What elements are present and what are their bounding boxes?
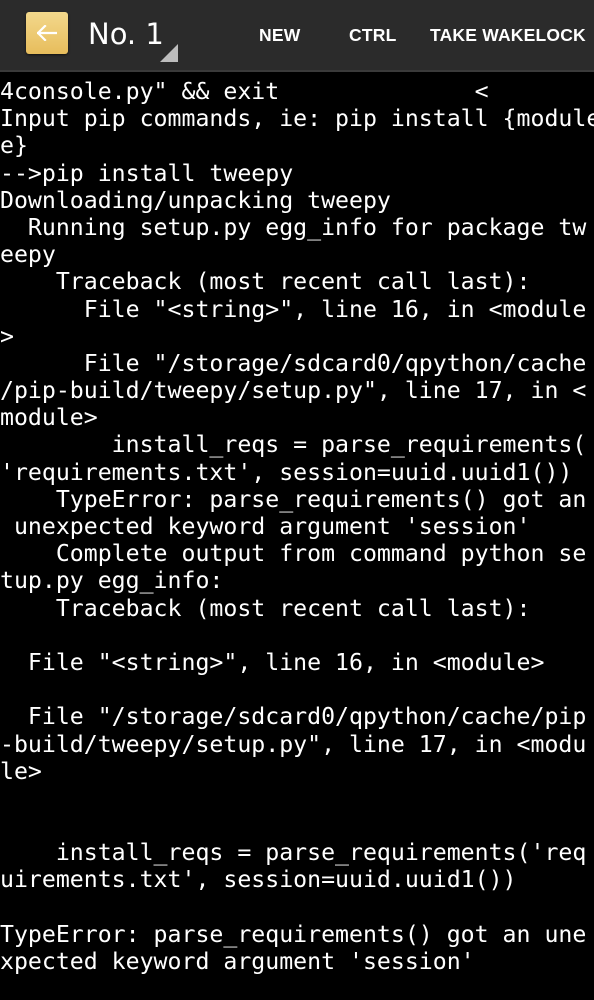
terminal-line: File "<string>", line 16, in <module> xyxy=(0,648,545,676)
terminal-line: Complete output from command python se xyxy=(0,540,587,568)
terminal-line: e} xyxy=(0,132,28,160)
terminal-line: install_reqs = parse_requirements( xyxy=(0,431,587,459)
spinner-indicator-icon xyxy=(160,44,178,62)
terminal-line: le> xyxy=(0,757,42,785)
terminal-line: install_reqs = parse_requirements('req xyxy=(0,839,587,867)
arrow-left-icon xyxy=(37,25,57,41)
terminal-line: 4console.py" && exit < xyxy=(0,78,489,105)
take-wakelock-button[interactable]: TAKE WAKELOCK xyxy=(430,0,586,70)
terminal-line: eepy xyxy=(0,241,56,269)
terminal-line: File "<string>", line 16, in <module xyxy=(0,295,587,323)
terminal-line: TypeError: parse_requirements() got an xyxy=(0,485,587,513)
terminal-line: xpected keyword argument 'session' xyxy=(0,948,475,975)
terminal-line: tup.py egg_info: xyxy=(0,567,224,595)
terminal-line: Running setup.py egg_info for package tw xyxy=(0,213,587,241)
terminal-line: Traceback (most recent call last): xyxy=(0,594,531,622)
terminal-line: Downloading/unpacking tweepy xyxy=(0,186,391,214)
terminal-line: > xyxy=(0,322,14,350)
terminal-line: -->pip install tweepy xyxy=(0,159,294,187)
new-session-button[interactable]: NEW xyxy=(259,0,300,70)
session-title: No. 1 xyxy=(88,17,164,51)
terminal-line: -build/tweepy/setup.py", line 17, in <mo… xyxy=(0,730,587,758)
terminal-line: module> xyxy=(0,404,98,432)
terminal-line: TypeError: parse_requirements() got an u… xyxy=(0,920,587,948)
terminal-line: 'requirements.txt', session=uuid.uuid1()… xyxy=(0,458,573,486)
back-arrow-icon[interactable] xyxy=(26,12,68,54)
terminal-line: /pip-build/tweepy/setup.py", line 17, in… xyxy=(0,377,587,405)
terminal-line: Traceback (most recent call last): xyxy=(0,268,531,296)
terminal-output[interactable]: 4console.py" && exit < Input pip commands… xyxy=(0,78,594,1000)
terminal-line: uirements.txt', session=uuid.uuid1()) xyxy=(0,866,517,894)
terminal-line: File "/storage/sdcard0/qpython/cache/pip xyxy=(0,703,587,731)
action-bar: No. 1 NEW CTRL TAKE WAKELOCK xyxy=(0,0,594,72)
session-spinner[interactable]: No. 1 xyxy=(86,10,178,62)
terminal-line: unexpected keyword argument 'session' xyxy=(0,513,531,540)
ctrl-key-button[interactable]: CTRL xyxy=(349,0,396,70)
terminal-line: Input pip commands, ie: pip install {mod… xyxy=(0,105,594,133)
terminal-line: File "/storage/sdcard0/qpython/cache xyxy=(0,349,587,377)
